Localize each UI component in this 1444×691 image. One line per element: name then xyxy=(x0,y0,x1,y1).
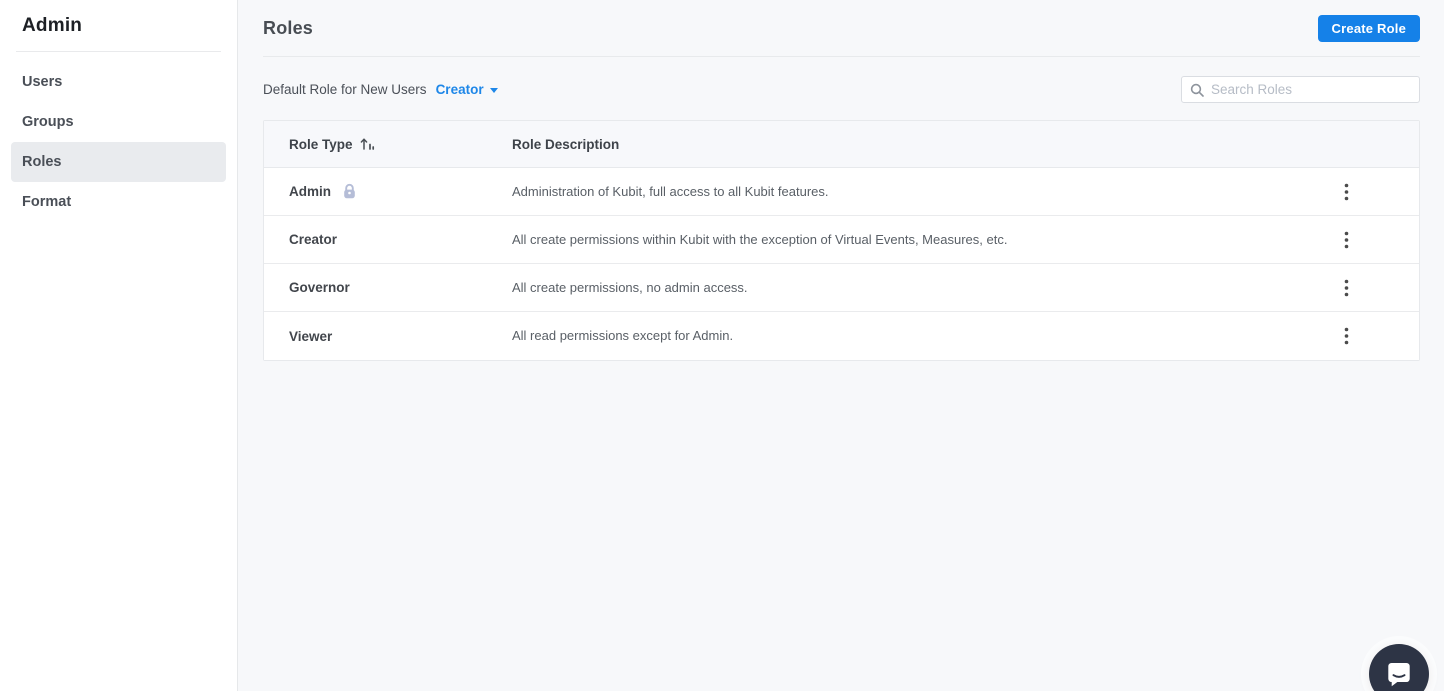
app-window: Admin Users Groups Roles Format Roles Creat… xyxy=(0,0,1444,691)
chat-bubble-icon xyxy=(1388,663,1410,687)
sidebar-item-label: Format xyxy=(22,194,72,210)
search-icon xyxy=(1190,83,1204,97)
sort-ascending-icon[interactable] xyxy=(360,137,375,151)
row-actions-menu-icon[interactable] xyxy=(1336,179,1357,205)
table-body: Admin Administration of Kubit, full acce… xyxy=(264,168,1419,360)
search-input[interactable] xyxy=(1211,82,1411,97)
page-header: Roles Create Role xyxy=(263,0,1420,57)
sidebar: Admin Users Groups Roles Format xyxy=(0,0,238,691)
default-role-dropdown[interactable]: Creator xyxy=(436,82,498,97)
default-role-value: Creator xyxy=(435,82,484,97)
controls-row: Default Role for New Users Creator xyxy=(263,76,1420,103)
sidebar-title: Admin xyxy=(22,15,83,36)
sidebar-item-label: Users xyxy=(22,74,63,90)
table-header-row: Role Type Role Description xyxy=(264,121,1419,168)
sidebar-item-label: Roles xyxy=(22,154,62,170)
table-row: Admin Administration of Kubit, full acce… xyxy=(264,168,1419,216)
sidebar-item-format[interactable]: Format xyxy=(11,182,226,222)
table-row: Governor All create permissions, no admi… xyxy=(264,264,1419,312)
row-actions-menu-icon[interactable] xyxy=(1336,323,1357,349)
sidebar-item-groups[interactable]: Groups xyxy=(11,102,226,142)
main-content: Roles Create Role Default Role for New U… xyxy=(238,0,1444,691)
default-role-label: Default Role for New Users xyxy=(263,82,427,97)
role-name: Viewer xyxy=(289,328,333,344)
role-description: All create permissions, no admin access. xyxy=(512,279,748,295)
search-box xyxy=(1181,76,1420,103)
row-actions-menu-icon[interactable] xyxy=(1336,275,1357,301)
page-title: Roles xyxy=(263,17,314,38)
role-name: Creator xyxy=(289,232,338,247)
column-header-label: Role Type xyxy=(289,136,353,152)
sidebar-item-label: Groups xyxy=(22,114,74,130)
sidebar-divider xyxy=(16,51,221,52)
table-row: Viewer All read permissions except for A… xyxy=(264,312,1419,360)
default-role-setting: Default Role for New Users Creator xyxy=(263,82,498,97)
chevron-down-icon xyxy=(489,87,498,93)
column-header-role-type[interactable]: Role Type xyxy=(264,137,512,152)
role-description: All create permissions within Kubit with… xyxy=(512,231,1008,247)
create-role-button[interactable]: Create Role xyxy=(1317,14,1420,42)
lock-icon xyxy=(340,182,359,201)
role-name: Admin xyxy=(289,184,331,199)
sidebar-item-roles[interactable]: Roles xyxy=(11,142,226,182)
role-description: Administration of Kubit, full access to … xyxy=(512,183,829,199)
roles-table: Role Type Role Description Admin Adminis… xyxy=(263,120,1420,361)
role-description: All read permissions except for Admin. xyxy=(512,328,734,343)
role-name: Governor xyxy=(289,280,350,295)
column-header-role-description: Role Description xyxy=(512,136,620,152)
row-actions-menu-icon[interactable] xyxy=(1336,227,1357,253)
table-row: Creator All create permissions within Ku… xyxy=(264,216,1419,264)
sidebar-nav: Users Groups Roles Format xyxy=(0,62,237,222)
sidebar-item-users[interactable]: Users xyxy=(11,62,226,102)
